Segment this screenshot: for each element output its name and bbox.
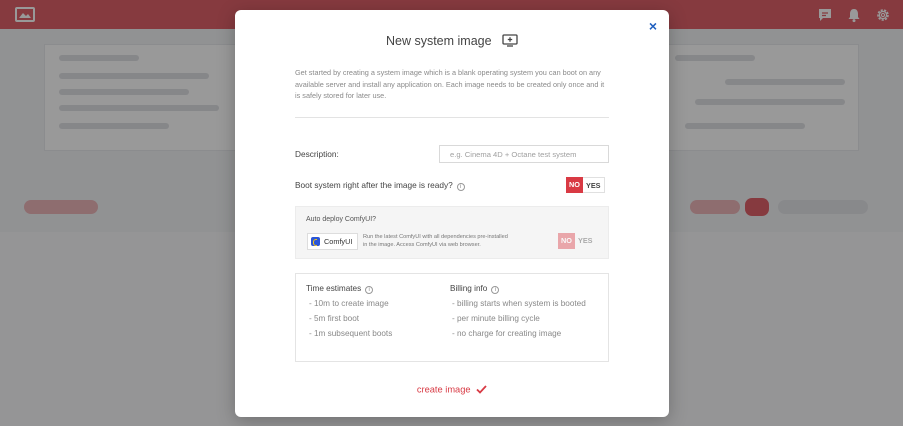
- intro-text: Get started by creating a system image w…: [295, 68, 605, 100]
- info-icon[interactable]: i: [456, 183, 465, 191]
- description-input[interactable]: [439, 145, 609, 163]
- boot-question: Boot system right after the image is rea…: [295, 180, 465, 191]
- new-system-image-dialog: × New system image Get started by creati…: [235, 10, 669, 417]
- time-estimates-title: Time estimates: [306, 284, 362, 293]
- comfyui-logo: ComfyUI: [307, 233, 358, 250]
- boot-toggle[interactable]: NO YES: [566, 177, 605, 193]
- billing-info-item: - billing starts when system is booted: [452, 299, 586, 308]
- auto-deploy-yes-option: YES: [577, 236, 593, 245]
- create-image-label: create image: [416, 384, 471, 395]
- time-estimate-item: - 1m subsequent boots: [309, 329, 393, 338]
- comfyui-name: ComfyUI: [324, 237, 353, 246]
- divider: [295, 117, 609, 118]
- info-icon[interactable]: i: [491, 286, 500, 294]
- comfyui-description: Run the latest ComfyUI with all dependen…: [363, 234, 508, 248]
- estimates-panel: Time estimates i - 10m to create image - …: [295, 273, 609, 362]
- dialog-title: New system image: [385, 33, 492, 48]
- dialog-header: New system image: [235, 32, 669, 50]
- auto-deploy-title: Auto deploy ComfyUI?: [306, 216, 377, 223]
- time-estimate-item: - 5m first boot: [309, 314, 360, 323]
- boot-label: Boot system right after the image is rea…: [295, 180, 453, 190]
- time-estimate-item: - 10m to create image: [309, 299, 389, 308]
- info-icon[interactable]: i: [365, 286, 374, 294]
- auto-deploy-no-option: NO: [558, 233, 575, 249]
- boot-no-option[interactable]: NO: [566, 177, 583, 193]
- close-button[interactable]: ×: [649, 19, 657, 33]
- billing-info-title: Billing info: [450, 284, 488, 293]
- auto-deploy-toggle: NO YES: [558, 233, 596, 249]
- checkmark-icon: [476, 385, 487, 394]
- monitor-plus-icon: [502, 34, 518, 47]
- billing-info-item: - no charge for creating image: [452, 329, 562, 338]
- create-image-button[interactable]: create image: [235, 384, 669, 395]
- billing-info-heading: Billing info i: [450, 284, 500, 294]
- auto-deploy-panel: Auto deploy ComfyUI? ComfyUI Run the lat…: [295, 206, 609, 259]
- description-label: Description:: [295, 149, 339, 159]
- time-estimates-heading: Time estimates i: [306, 284, 374, 294]
- comfyui-icon: [311, 237, 320, 246]
- billing-info-item: - per minute billing cycle: [452, 314, 540, 323]
- boot-yes-option[interactable]: YES: [582, 177, 605, 193]
